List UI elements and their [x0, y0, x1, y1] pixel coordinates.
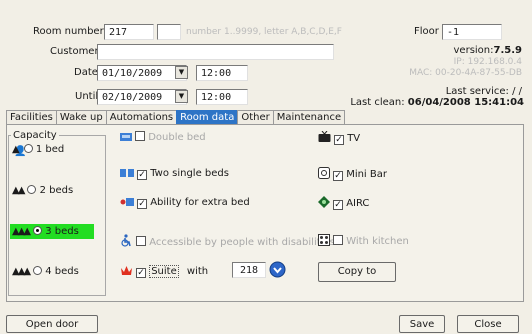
tab-other[interactable]: Other	[237, 110, 274, 124]
version-info: version:7.5.9	[454, 45, 522, 56]
kitchen-label: With kitchen	[346, 236, 409, 247]
extra-bed-icon	[120, 198, 134, 206]
room-number-label: Room number	[33, 26, 104, 37]
capacity-2-beds-label: 2 beds	[39, 185, 74, 196]
tab-room-data[interactable]: Room data	[176, 110, 239, 124]
customer-input[interactable]	[97, 44, 334, 60]
save-button[interactable]: Save	[399, 315, 445, 333]
kitchen-option[interactable]: With kitchen	[318, 234, 409, 247]
double-bed-checkbox[interactable]	[135, 131, 145, 141]
two-single-beds-option[interactable]: ✓ Two single beds	[120, 167, 229, 180]
accessible-option[interactable]: Accessible by people with disabilities	[120, 234, 335, 248]
four-people-icon: ▲▲▲	[12, 266, 31, 277]
suite-option[interactable]: ✓ Suite with	[120, 265, 208, 278]
double-bed-option[interactable]: Double bed	[120, 131, 206, 143]
floor-label: Floor	[414, 26, 439, 37]
airc-option[interactable]: ✓ AIRC	[318, 196, 369, 210]
chevron-down-icon: ▼	[178, 68, 185, 76]
suite-rooms-input[interactable]: 218	[232, 262, 266, 278]
airc-label: AIRC	[346, 198, 370, 209]
capacity-title: Capacity	[11, 130, 59, 141]
airc-icon	[318, 196, 330, 208]
room-number-hint: number 1..9999, letter A,B,C,D,E,F	[186, 27, 342, 37]
tab-automations[interactable]: Automations	[105, 110, 178, 124]
airc-checkbox[interactable]: ✓	[333, 200, 343, 210]
tv-option[interactable]: ✓ TV	[318, 131, 360, 145]
tab-facilities[interactable]: Facilities	[6, 110, 57, 124]
two-single-beds-label: Two single beds	[150, 168, 229, 179]
last-clean: Last clean: 06/04/2008 15:41:04	[350, 97, 524, 108]
capacity-2-beds-radio[interactable]	[27, 185, 37, 194]
until-input[interactable]: 02/10/2009	[97, 89, 187, 105]
kitchen-checkbox[interactable]	[333, 235, 343, 245]
ip-address: IP: 192.168.0.4	[453, 57, 522, 67]
chevron-down-icon: ▼	[178, 92, 185, 100]
extra-bed-checkbox[interactable]: ✓	[137, 199, 147, 209]
mini-bar-icon	[318, 167, 330, 179]
date-label: Date	[74, 67, 98, 78]
two-single-beds-checkbox[interactable]: ✓	[137, 170, 147, 180]
mini-bar-option[interactable]: ✓ Mini Bar	[318, 167, 387, 181]
version-label: version:	[453, 45, 494, 56]
single-beds-icon	[120, 169, 134, 177]
until-dropdown-button[interactable]: ▼	[175, 90, 188, 103]
room-letter-input[interactable]	[157, 24, 181, 40]
floor-input[interactable]: -1	[442, 24, 502, 40]
open-door-button[interactable]: Open door	[6, 315, 98, 333]
last-service: Last service: / /	[445, 86, 522, 97]
three-people-icon: ▲▲▲	[12, 226, 31, 237]
suite-select-icon[interactable]	[269, 261, 286, 278]
capacity-1-bed-label: 1 bed	[35, 144, 65, 155]
suite-checkbox[interactable]: ✓	[136, 268, 146, 278]
wheelchair-icon	[121, 234, 131, 247]
one-person-icon: ▲	[12, 144, 20, 155]
tab-maintenance[interactable]: Maintenance	[272, 110, 346, 124]
accessible-label: Accessible by people with disabilities	[149, 237, 335, 248]
extra-bed-label: Ability for extra bed	[150, 197, 250, 208]
tv-checkbox[interactable]: ✓	[334, 135, 344, 145]
capacity-3-beds-label: 3 beds	[45, 226, 79, 237]
tv-label: TV	[347, 133, 361, 144]
capacity-3-beds-radio[interactable]	[33, 226, 43, 235]
mini-bar-checkbox[interactable]: ✓	[333, 171, 343, 181]
customer-label: Customer	[50, 46, 99, 57]
tab-wake-up[interactable]: Wake up	[55, 110, 107, 124]
capacity-2-beds[interactable]: ▲▲ 2 beds	[12, 185, 73, 196]
last-clean-label: Last clean:	[350, 97, 405, 108]
date-dropdown-button[interactable]: ▼	[175, 66, 188, 79]
double-bed-label: Double bed	[148, 132, 206, 143]
capacity-1-bed-radio[interactable]	[23, 144, 33, 153]
with-label: with	[186, 266, 209, 277]
double-bed-icon	[120, 133, 132, 141]
capacity-1-bed[interactable]: ▲ 1 bed	[12, 144, 64, 155]
capacity-4-beds[interactable]: ▲▲▲ 4 beds	[12, 266, 79, 277]
kitchen-icon	[318, 234, 330, 246]
extra-bed-option[interactable]: ✓ Ability for extra bed	[120, 196, 250, 209]
crown-icon	[121, 266, 132, 275]
version-value: 7.5.9	[493, 45, 522, 56]
suite-label: Suite	[149, 265, 179, 278]
mac-address: MAC: 00-20-4A-87-55-DB	[409, 68, 522, 78]
room-number-input[interactable]: 217	[104, 24, 154, 40]
close-button[interactable]: Close	[457, 315, 519, 333]
date-input[interactable]: 01/10/2009	[97, 65, 187, 81]
capacity-4-beds-label: 4 beds	[45, 266, 79, 277]
two-people-icon: ▲▲	[12, 185, 25, 196]
capacity-3-beds[interactable]: ▲▲▲ 3 beds	[10, 224, 94, 239]
capacity-4-beds-radio[interactable]	[33, 266, 43, 275]
date-time-input[interactable]: 12:00	[196, 65, 248, 81]
tv-icon	[318, 131, 331, 142]
until-label: Until	[75, 91, 99, 102]
copy-to-button[interactable]: Copy to	[318, 262, 396, 282]
mini-bar-label: Mini Bar	[346, 169, 387, 180]
accessible-checkbox[interactable]	[136, 236, 146, 246]
tab-bar: Facilities Wake up Automations Room data Oth…	[6, 110, 346, 124]
last-clean-value: 06/04/2008 15:41:04	[407, 97, 524, 108]
until-time-input[interactable]: 12:00	[196, 89, 248, 105]
